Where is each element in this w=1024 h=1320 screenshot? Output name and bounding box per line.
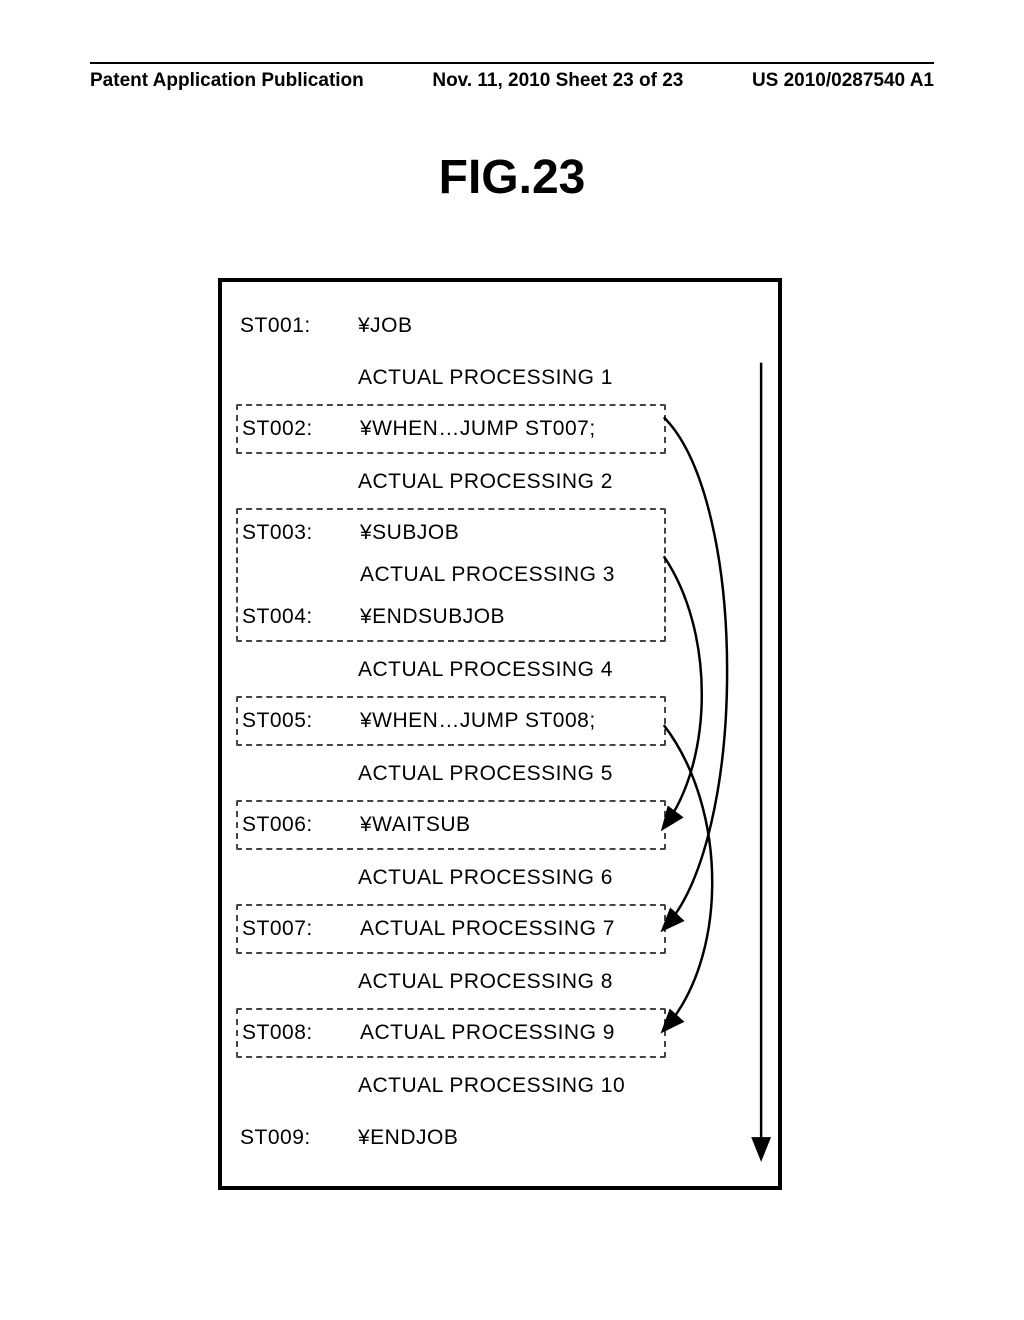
command-text: ¥WHEN…JUMP ST008; — [360, 709, 660, 733]
dashed-block-st002: ST002: ¥WHEN…JUMP ST007; — [236, 404, 666, 454]
step-label: ST009: — [240, 1126, 358, 1150]
step-label: ST004: — [242, 605, 360, 629]
code-row: ST003: ¥SUBJOB — [242, 512, 660, 554]
command-text: ACTUAL PROCESSING 8 — [358, 970, 760, 994]
code-row: ST009: ¥ENDJOB — [240, 1116, 760, 1160]
code-row: ACTUAL PROCESSING 1 — [240, 356, 760, 400]
command-text: ACTUAL PROCESSING 7 — [360, 917, 660, 941]
command-text: ACTUAL PROCESSING 1 — [358, 366, 760, 390]
command-text: ACTUAL PROCESSING 4 — [358, 658, 760, 682]
header-right: US 2010/0287540 A1 — [752, 70, 934, 92]
code-row: ACTUAL PROCESSING 5 — [240, 752, 760, 796]
command-text: ACTUAL PROCESSING 2 — [358, 470, 760, 494]
header-left: Patent Application Publication — [90, 70, 364, 92]
command-text: ACTUAL PROCESSING 10 — [358, 1074, 760, 1098]
command-text: ¥ENDSUBJOB — [360, 605, 660, 629]
command-text: ACTUAL PROCESSING 9 — [360, 1021, 660, 1045]
command-text: ¥WHEN…JUMP ST007; — [360, 417, 660, 441]
code-row: ACTUAL PROCESSING 8 — [240, 960, 760, 1004]
code-row: ST006: ¥WAITSUB — [242, 804, 660, 846]
dashed-block-st008: ST008: ACTUAL PROCESSING 9 — [236, 1008, 666, 1058]
step-label: ST008: — [242, 1021, 360, 1045]
header-center: Nov. 11, 2010 Sheet 23 of 23 — [432, 70, 683, 92]
step-label: ST006: — [242, 813, 360, 837]
page-header: Patent Application Publication Nov. 11, … — [90, 70, 934, 92]
command-text: ¥SUBJOB — [360, 521, 660, 545]
code-row: ACTUAL PROCESSING 6 — [240, 856, 760, 900]
code-row: ST001: ¥JOB — [240, 304, 760, 348]
code-row: ST004: ¥ENDSUBJOB — [242, 596, 660, 638]
code-row: ACTUAL PROCESSING 4 — [240, 648, 760, 692]
code-row: ST002: ¥WHEN…JUMP ST007; — [242, 408, 660, 450]
dashed-block-subjob: ST003: ¥SUBJOB ACTUAL PROCESSING 3 ST004… — [236, 508, 666, 642]
command-text: ¥WAITSUB — [360, 813, 660, 837]
step-label: ST005: — [242, 709, 360, 733]
code-diagram: ST001: ¥JOB ACTUAL PROCESSING 1 ST002: ¥… — [218, 278, 782, 1190]
code-row: ACTUAL PROCESSING 2 — [240, 460, 760, 504]
code-row: ACTUAL PROCESSING 3 — [242, 554, 660, 596]
command-text: ¥ENDJOB — [358, 1126, 760, 1150]
command-text: ACTUAL PROCESSING 5 — [358, 762, 760, 786]
dashed-block-st006: ST006: ¥WAITSUB — [236, 800, 666, 850]
code-row: ST008: ACTUAL PROCESSING 9 — [242, 1012, 660, 1054]
command-text: ACTUAL PROCESSING 3 — [360, 563, 660, 587]
code-listing: ST001: ¥JOB ACTUAL PROCESSING 1 ST002: ¥… — [240, 304, 760, 1160]
dashed-block-st005: ST005: ¥WHEN…JUMP ST008; — [236, 696, 666, 746]
code-row: ACTUAL PROCESSING 10 — [240, 1064, 760, 1108]
command-text: ¥JOB — [358, 314, 760, 338]
step-label: ST002: — [242, 417, 360, 441]
step-label: ST003: — [242, 521, 360, 545]
figure-title: FIG.23 — [0, 150, 1024, 205]
step-label: ST007: — [242, 917, 360, 941]
step-label: ST001: — [240, 314, 358, 338]
header-rule — [90, 62, 934, 64]
dashed-block-st007: ST007: ACTUAL PROCESSING 7 — [236, 904, 666, 954]
code-row: ST005: ¥WHEN…JUMP ST008; — [242, 700, 660, 742]
command-text: ACTUAL PROCESSING 6 — [358, 866, 760, 890]
code-row: ST007: ACTUAL PROCESSING 7 — [242, 908, 660, 950]
